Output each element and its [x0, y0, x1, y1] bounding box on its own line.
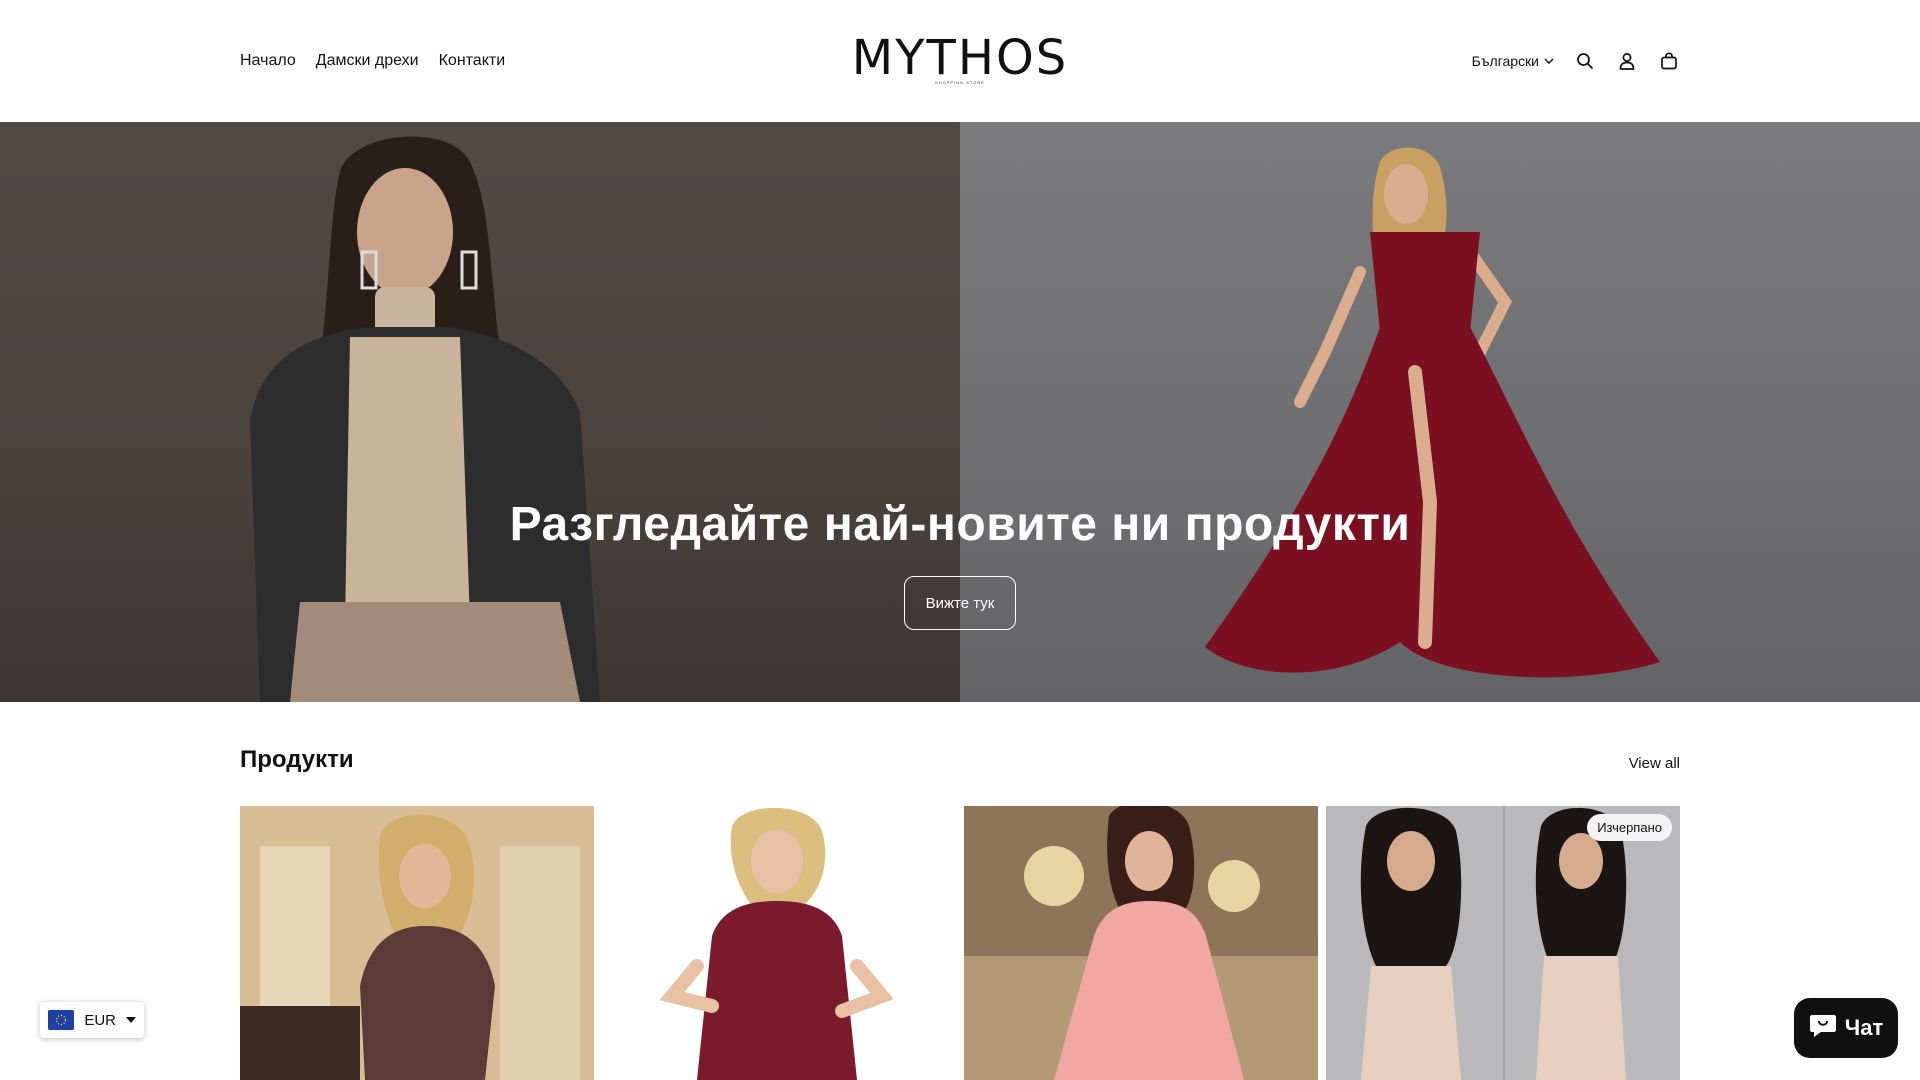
product-image: [240, 806, 594, 1080]
product-card[interactable]: [240, 806, 594, 1080]
currency-selector[interactable]: EUR: [40, 1002, 144, 1038]
nav-womens-clothing-link[interactable]: Дамски дрехи: [316, 52, 419, 70]
view-all-link[interactable]: View all: [1629, 755, 1680, 772]
product-image: [602, 806, 956, 1080]
woman-in-red-gown-image: [1205, 147, 1660, 678]
hero-cta-button[interactable]: Вижте тук: [904, 576, 1016, 630]
header-actions: Български: [1472, 0, 1680, 122]
account-icon[interactable]: [1616, 50, 1638, 72]
woman-in-blazer-image: [250, 136, 600, 702]
product-image: [1326, 806, 1680, 1080]
product-card[interactable]: [602, 806, 956, 1080]
chat-button[interactable]: Чат: [1794, 998, 1898, 1058]
nav-home-link[interactable]: Начало: [240, 52, 296, 70]
store-logo[interactable]: MYTHOS SHOPPING STORE: [850, 30, 1070, 88]
language-selector[interactable]: Български: [1472, 53, 1554, 69]
hero-image-right: [960, 122, 1920, 702]
hero-banner: Разгледайте най-новите ни продукти Вижте…: [0, 122, 1920, 702]
nav-contacts-link[interactable]: Контакти: [439, 52, 506, 70]
chat-label: Чат: [1844, 1015, 1884, 1040]
search-icon[interactable]: [1574, 50, 1596, 72]
caret-down-icon: [126, 1011, 136, 1029]
products-heading: Продукти: [240, 746, 354, 773]
language-label: Български: [1471, 53, 1539, 69]
currency-code: EUR: [84, 1011, 116, 1029]
eu-flag-icon: [48, 1010, 75, 1030]
product-image: [964, 806, 1318, 1080]
product-card[interactable]: Изчерпано: [1326, 806, 1680, 1080]
site-header: Начало Дамски дрехи Контакти MYTHOS SHOP…: [0, 0, 1920, 122]
logo-text: MYTHOS: [851, 30, 1069, 86]
main-nav: Начало Дамски дрехи Контакти: [240, 0, 505, 122]
product-card[interactable]: [964, 806, 1318, 1080]
chevron-down-icon: [1544, 53, 1554, 69]
cart-icon[interactable]: [1658, 50, 1680, 72]
hero-image-left: [0, 122, 960, 702]
hero-title: Разгледайте най-новите ни продукти: [509, 498, 1411, 551]
chat-icon: [1809, 1012, 1837, 1044]
sold-out-badge: Изчерпано: [1587, 814, 1672, 841]
